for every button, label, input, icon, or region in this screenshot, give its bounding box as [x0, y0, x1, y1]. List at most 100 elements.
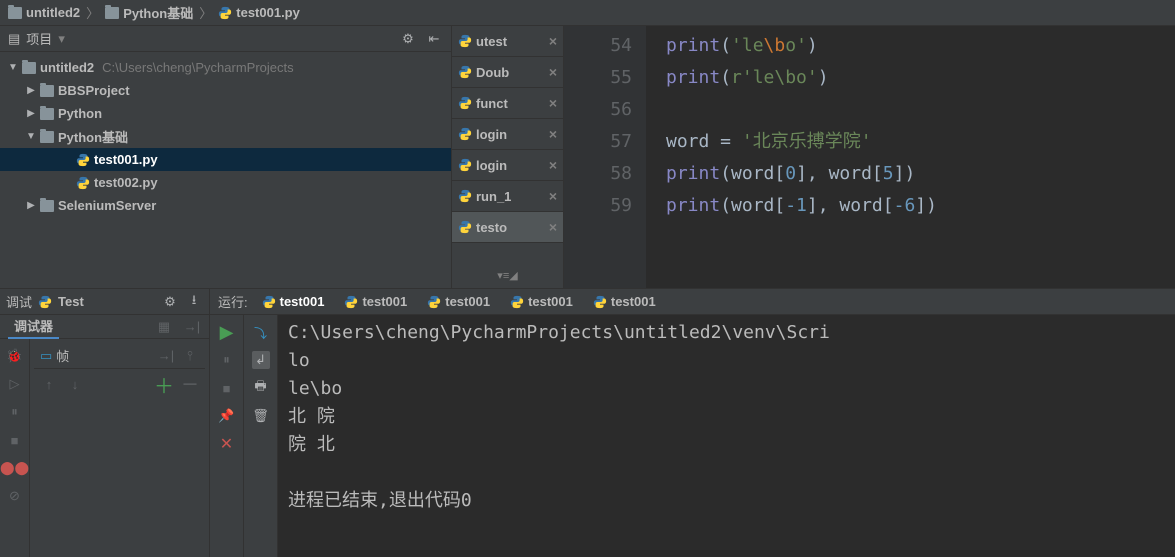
code-area[interactable]: print('le\bo')print(r'le\bo') word = '北京… — [646, 26, 1175, 288]
run-tab[interactable]: test001 — [510, 294, 573, 309]
mute-breakpoints-icon[interactable]: ⊘ — [6, 487, 24, 505]
close-tab-icon[interactable]: × — [549, 33, 557, 49]
tree-item[interactable]: ▼Python基础 — [0, 125, 451, 148]
breadcrumb-bar: untitled2 〉 Python基础 〉 test001.py — [0, 0, 1175, 26]
breakpoints-icon[interactable]: ⬤⬤ — [6, 459, 24, 477]
close-icon[interactable]: ✕ — [218, 435, 236, 453]
gear-icon[interactable]: ⚙ — [399, 30, 417, 48]
debug-config[interactable]: Test — [58, 294, 84, 309]
stop-icon[interactable]: ■ — [218, 379, 236, 397]
tree-item[interactable]: ▶ Python — [0, 102, 451, 125]
sidebar-header: ▤ 项目 ▾ ⚙ ⇤ — [0, 26, 451, 52]
collapse-icon[interactable]: ⇤ — [425, 30, 443, 48]
chevron-right-icon: 〉 — [84, 3, 101, 22]
remove-icon[interactable]: － — [181, 375, 199, 393]
tree-item[interactable]: ▶BBSProject — [0, 79, 451, 102]
python-icon — [76, 153, 90, 167]
tab-label: login — [476, 158, 507, 173]
run-tab-label: test001 — [528, 294, 573, 309]
tab-label: Doub — [476, 65, 509, 80]
python-icon — [427, 295, 441, 309]
stop-icon[interactable]: ■ — [6, 431, 24, 449]
trash-icon[interactable]: 🗑 — [252, 407, 270, 425]
download-icon[interactable]: ⭳ — [185, 293, 203, 311]
editor-tab[interactable]: Doub × — [452, 57, 563, 88]
run-tab[interactable]: test001 — [344, 294, 407, 309]
editor-tab[interactable]: utest× — [452, 26, 563, 57]
tab-debugger[interactable]: 调试器 — [8, 314, 59, 339]
close-tab-icon[interactable]: × — [549, 219, 557, 235]
step-over-icon[interactable]: ⤵ — [252, 323, 270, 341]
tree-path: C:\Users\cheng\PycharmProjects — [102, 60, 293, 75]
debug-label: 调试 — [6, 292, 32, 311]
run-tab[interactable]: test001 — [427, 294, 490, 309]
prev-frame-icon[interactable]: →| — [157, 347, 175, 365]
tab-label: funct — [476, 96, 508, 111]
expand-arrow-icon[interactable]: ▼ — [8, 62, 18, 73]
expand-arrow-icon[interactable]: ▶ — [26, 108, 36, 119]
tree-label: untitled2 — [40, 60, 94, 75]
frames-label: 帧 — [56, 346, 69, 365]
python-icon — [458, 96, 472, 110]
line-gutter: 545556575859 — [564, 26, 646, 288]
editor-tab[interactable]: run_1× — [452, 181, 563, 212]
close-tab-icon[interactable]: × — [549, 188, 557, 204]
breadcrumb-item-folder[interactable]: Python基础 — [101, 3, 197, 22]
console-output[interactable]: C:\Users\cheng\PycharmProjects\untitled2… — [278, 315, 1175, 557]
tree-label: Python — [58, 106, 102, 121]
tree-item[interactable]: ▶SeleniumServer — [0, 194, 451, 217]
frames-icon: ▭ — [40, 348, 52, 364]
tree-root[interactable]: ▼ untitled2 C:\Users\cheng\PycharmProjec… — [0, 56, 451, 79]
sidebar-title: 项目 — [26, 29, 52, 48]
close-tab-icon[interactable]: × — [549, 95, 557, 111]
close-tab-icon[interactable]: × — [549, 126, 557, 142]
expand-arrow-icon[interactable]: ▶ — [26, 85, 36, 96]
expand-arrow-icon[interactable]: ▶ — [26, 200, 36, 211]
print-icon[interactable]: 🖶 — [252, 379, 270, 397]
run-tab-label: test001 — [362, 294, 407, 309]
python-icon — [76, 176, 90, 190]
folder-icon — [105, 7, 119, 19]
tree-item[interactable]: test002.py — [0, 171, 451, 194]
debug-panel: 调试 Test ⚙ ⭳ 调试器 ▦ →| 🐞 ▷ ⏸ ■ ⬤⬤ ⊘ — [0, 289, 210, 557]
close-tab-icon[interactable]: × — [549, 157, 557, 173]
resume-icon[interactable]: ▷ — [6, 375, 24, 393]
run-tab[interactable]: test001 — [593, 294, 656, 309]
run-tab-label: test001 — [611, 294, 656, 309]
gear-icon[interactable]: ⚙ — [161, 293, 179, 311]
dropdown-icon[interactable]: ▾ — [58, 31, 65, 47]
bug-icon[interactable]: 🐞 — [6, 347, 24, 365]
pause-icon[interactable]: ⏸ — [6, 403, 24, 421]
pause-icon[interactable]: ⏸ — [218, 351, 236, 369]
run-icon[interactable]: ▶ — [218, 323, 236, 341]
editor-tab[interactable]: login× — [452, 119, 563, 150]
project-sidebar: ▤ 项目 ▾ ⚙ ⇤ ▼ untitled2 C:\Users\cheng\Py… — [0, 26, 452, 288]
editor-tab[interactable]: funct × — [452, 88, 563, 119]
editor-tabs-column: utest×Doub×funct×login×login×run_1×testo… — [452, 26, 564, 288]
run-tab[interactable]: test001 — [262, 294, 325, 309]
python-icon — [458, 220, 472, 234]
layout-icon[interactable]: ▦ — [155, 318, 173, 336]
editor-tab[interactable]: login × — [452, 150, 563, 181]
filter-icon[interactable]: ⫯ — [181, 347, 199, 365]
breadcrumb-item-project[interactable]: untitled2 — [4, 5, 84, 20]
tab-label: testo — [476, 220, 507, 235]
pin-icon[interactable]: 📌 — [218, 407, 236, 425]
breadcrumb-item-file[interactable]: test001.py — [214, 5, 304, 20]
python-icon — [458, 189, 472, 203]
code-editor[interactable]: 545556575859 print('le\bo')print(r'le\bo… — [564, 26, 1175, 288]
debug-header: 调试 Test ⚙ ⭳ — [0, 289, 209, 315]
tree-label: test001.py — [94, 152, 158, 167]
frame-up-icon[interactable]: ↑ — [40, 375, 58, 393]
soft-wrap-icon[interactable]: ↲ — [252, 351, 270, 369]
frame-down-icon[interactable]: ↓ — [66, 375, 84, 393]
editor-tab[interactable]: testo × — [452, 212, 563, 243]
breadcrumb-label: test001.py — [236, 5, 300, 20]
tree-item[interactable]: test001.py — [0, 148, 451, 171]
expand-arrow-icon[interactable]: ▼ — [26, 131, 36, 142]
close-tab-icon[interactable]: × — [549, 64, 557, 80]
tabs-overflow-icon[interactable]: ▾≡◢ — [452, 263, 563, 288]
add-icon[interactable]: ＋ — [155, 375, 173, 393]
run-tab-label: test001 — [280, 294, 325, 309]
arrow-icon[interactable]: →| — [183, 318, 201, 336]
